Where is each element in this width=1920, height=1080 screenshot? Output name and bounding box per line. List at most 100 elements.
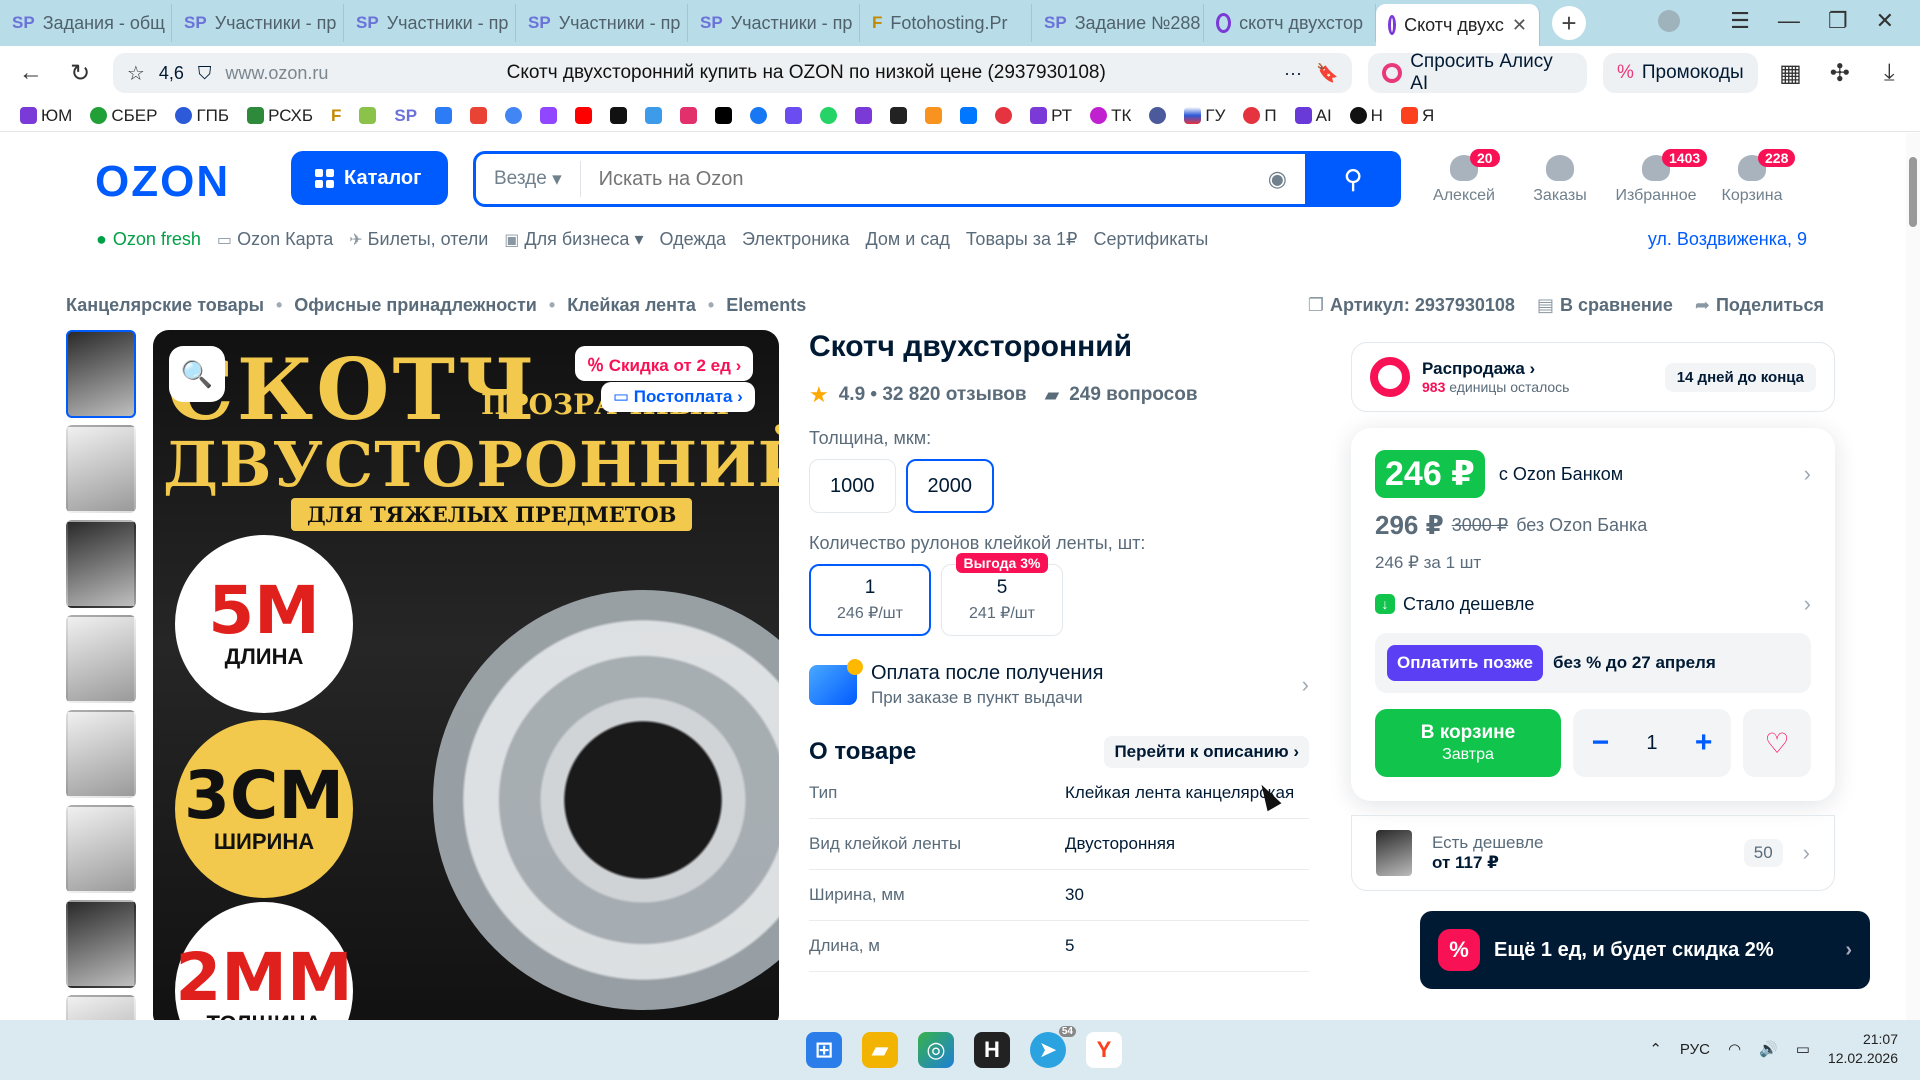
camera-icon[interactable]: ◉	[1268, 166, 1305, 192]
volume-icon[interactable]: 🔊	[1759, 1040, 1778, 1058]
menu-item[interactable]: Товары за 1₽	[966, 229, 1078, 250]
app-icon[interactable]	[855, 107, 873, 124]
thumbnail[interactable]	[66, 900, 136, 988]
telegram-icon[interactable]: ➤ 54	[1030, 1026, 1076, 1068]
browser-tab-active[interactable]: Скотч двухс ✕	[1376, 4, 1540, 46]
yandex-browser-icon[interactable]: Y	[1086, 1032, 1122, 1068]
thickness-option-selected[interactable]: 2000	[905, 459, 994, 513]
rolls-option[interactable]: Выгода 3% 5 241 ₽/шт	[941, 553, 1063, 636]
product-image[interactable]: СКОТЧ ПРОЗРАЧНЫЙ ДВУСТОРОННИЙ ДЛЯ ТЯЖЕЛЫ…	[153, 330, 779, 1020]
scrollbar-thumb[interactable]	[1909, 157, 1917, 227]
menu-item[interactable]: Одежда	[660, 229, 726, 250]
search-input[interactable]	[580, 167, 1268, 191]
new-tab-button[interactable]: +	[1552, 6, 1586, 40]
bookmark-item[interactable]: AI	[1294, 106, 1332, 126]
discount-toast[interactable]: % Ещё 1 ед, и будет скидка 2% ›	[1420, 911, 1870, 989]
profile-icon[interactable]	[1658, 10, 1681, 32]
extension-icon[interactable]: ▦	[1774, 59, 1807, 88]
wifi-icon[interactable]: ◠	[1728, 1040, 1741, 1058]
browser-tab[interactable]: SP Участники - пр	[344, 4, 516, 42]
bookmark-item[interactable]: Н	[1349, 106, 1383, 126]
to-description-button[interactable]: Перейти к описанию ›	[1104, 736, 1309, 768]
browser-tab[interactable]: SP Участники - пр	[688, 4, 860, 42]
alisa-button[interactable]: Спросить Алису AI	[1368, 51, 1587, 94]
price-drop-row[interactable]: ↓ Стало дешевле ›	[1375, 591, 1811, 617]
compare-link[interactable]: ▤ В сравнение	[1537, 295, 1673, 316]
thumbnail[interactable]	[66, 805, 136, 893]
language-indicator[interactable]: РУС	[1680, 1041, 1710, 1058]
cheaper-offers[interactable]: Есть дешевле от 117 ₽ 50 ›	[1351, 815, 1835, 891]
bookmark-item[interactable]: РСХБ	[247, 106, 313, 126]
windows-start-icon[interactable]: ⊞	[806, 1032, 842, 1068]
share-link[interactable]: ➦ Поделиться	[1695, 295, 1824, 316]
twitch-icon[interactable]	[540, 107, 558, 124]
menu-item[interactable]: ✈ Билеты, отели	[349, 229, 488, 250]
app-icon[interactable]	[995, 107, 1013, 124]
browser-tab[interactable]: SP Задание №288	[1032, 4, 1204, 42]
menu-icon[interactable]: ☰	[1730, 8, 1750, 34]
ok-icon[interactable]	[925, 107, 943, 124]
favorites-link[interactable]: 1403 Избранное	[1615, 149, 1708, 205]
youtube-icon[interactable]	[575, 107, 593, 124]
pay-later-button[interactable]: Оплатить позже	[1387, 645, 1543, 681]
thumbnail[interactable]	[66, 520, 136, 608]
profile-link[interactable]: 20 Алексей	[1430, 149, 1500, 205]
url-box[interactable]: ☆ 4,6 ⛉ www.ozon.ru Скотч двухсторонний …	[112, 53, 1353, 93]
mail-icon[interactable]	[435, 107, 453, 124]
app-icon[interactable]	[610, 107, 628, 124]
bookmark-item[interactable]	[359, 107, 377, 124]
delivery-address[interactable]: ул. Воздвиженка, 9	[1648, 229, 1807, 250]
tiktok-icon[interactable]	[715, 107, 733, 124]
bookmark-item[interactable]: F	[331, 106, 341, 126]
chevron-up-icon[interactable]: ⌃	[1649, 1040, 1662, 1058]
browser-tab[interactable]: SP Участники - пр	[172, 4, 344, 42]
bank-price-row[interactable]: 246 ₽ с Ozon Банком ›	[1375, 450, 1811, 498]
instagram-icon[interactable]	[680, 107, 698, 124]
reload-icon[interactable]: ↻	[63, 59, 96, 88]
sale-banner[interactable]: Распродажа › 983 единицы осталось 14 дней…	[1351, 342, 1835, 412]
google-icon[interactable]	[505, 107, 523, 124]
breadcrumb-item[interactable]: Офисные принадлежности	[294, 295, 537, 316]
browser-tab[interactable]: SP Участники - пр	[516, 4, 688, 42]
battery-icon[interactable]: ▭	[1796, 1040, 1810, 1058]
thumbnail[interactable]	[66, 995, 136, 1020]
menu-item[interactable]: Сертификаты	[1094, 229, 1209, 250]
cart-link[interactable]: 228 Корзина	[1718, 149, 1796, 205]
rolls-option-selected[interactable]: 1 246 ₽/шт	[809, 564, 931, 636]
bookmark-item[interactable]: П	[1243, 106, 1277, 126]
menu-item[interactable]: ● Ozon fresh	[96, 229, 201, 250]
bookmark-item[interactable]: РТ	[1030, 106, 1072, 126]
close-tab-icon[interactable]: ✕	[1512, 15, 1527, 36]
bookmark-icon[interactable]: 🔖	[1316, 63, 1338, 84]
bookmark-item[interactable]: ЮМ	[20, 106, 72, 126]
in-cart-button[interactable]: В корзине Завтра	[1375, 709, 1561, 777]
thumbnail[interactable]	[66, 710, 136, 798]
menu-item[interactable]: Дом и сад	[865, 229, 949, 250]
breadcrumb-item[interactable]: Канцелярские товары	[66, 295, 264, 316]
discount-chip[interactable]: ％ Скидка от 2 ед ›	[575, 346, 754, 381]
ozon-logo[interactable]: OZON	[95, 157, 230, 207]
minus-button[interactable]: −	[1592, 726, 1610, 760]
bookmark-item[interactable]: ГПБ	[175, 106, 229, 126]
spec-row[interactable]: Вид клейкой ленты Двусторонняя	[809, 819, 1309, 870]
image-search-icon[interactable]: 🔍	[169, 346, 225, 402]
puzzle-icon[interactable]: ✣	[1823, 59, 1856, 88]
edge-icon[interactable]: ◎	[918, 1032, 954, 1068]
orders-link[interactable]: Заказы	[1526, 155, 1594, 205]
more-icon[interactable]: ···	[1284, 63, 1302, 84]
download-icon[interactable]: ⤓	[1873, 59, 1906, 87]
browser-tab[interactable]: скотч двухстор	[1204, 4, 1376, 42]
breadcrumb-item[interactable]: Elements	[726, 295, 806, 316]
gmail-icon[interactable]	[470, 107, 488, 124]
close-window-icon[interactable]: ✕	[1876, 8, 1894, 34]
browser-tab[interactable]: F Fotohosting.Pr	[860, 4, 1032, 42]
menu-item[interactable]: Электроника	[742, 229, 849, 250]
catalog-button[interactable]: Каталог	[291, 151, 448, 205]
bookmark-item[interactable]: SP	[394, 106, 417, 126]
postpay-chip[interactable]: ▭ Постоплата ›	[601, 382, 755, 412]
questions-link[interactable]: 249 вопросов	[1069, 384, 1197, 406]
search-scope-select[interactable]: Везде ▾	[476, 161, 581, 197]
menu-item[interactable]: ▣ Для бизнеса ▾	[504, 229, 643, 250]
restore-icon[interactable]: ❐	[1828, 8, 1848, 34]
article-number[interactable]: ❐ Артикул: 2937930108	[1308, 295, 1515, 316]
